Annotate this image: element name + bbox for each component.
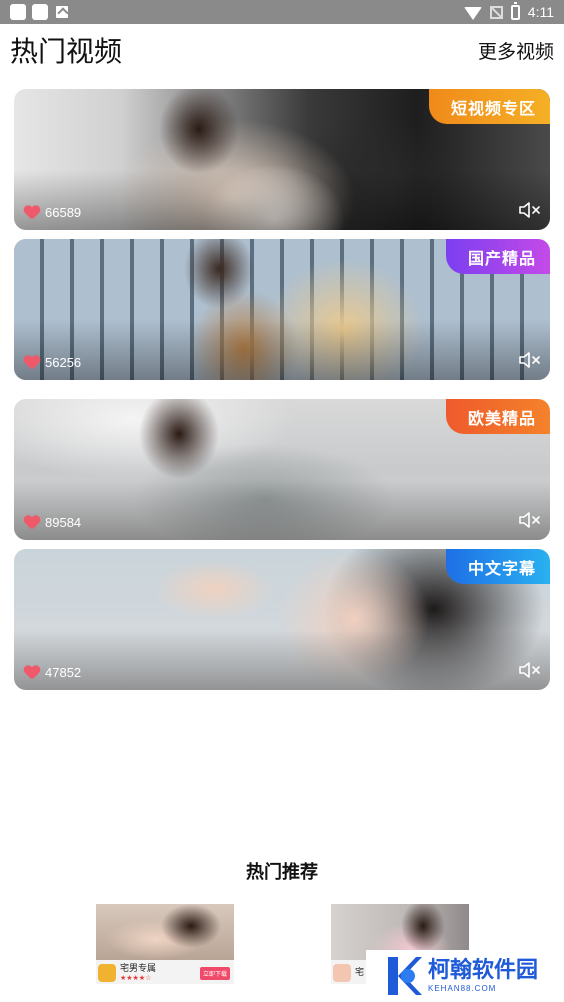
section-title-recommend: 热门推荐	[246, 862, 318, 883]
watermark: 柯翰软件园 KEHAN88.COM	[366, 950, 564, 1002]
recommend-app-name: 宅男专属	[120, 964, 157, 974]
like-count-value: 47852	[45, 665, 82, 680]
battery-icon	[510, 1, 520, 20]
card-shade	[14, 630, 550, 690]
app-icon	[32, 4, 48, 20]
status-bar-right: 4:11	[463, 0, 554, 24]
recommend-app-card[interactable]: 宅男专属 ★★★★☆ 立即下载	[96, 904, 234, 984]
download-button[interactable]: 立即下载	[199, 966, 230, 980]
page-title: 热门视频	[10, 35, 123, 68]
mute-icon[interactable]	[518, 200, 542, 220]
status-bar: 4:11	[0, 0, 564, 24]
clock: 4:11	[527, 4, 554, 20]
more-videos-link[interactable]: 更多视频	[478, 38, 554, 66]
watermark-name: 柯翰软件园	[428, 958, 539, 983]
mute-icon[interactable]	[518, 510, 542, 530]
card-shade	[14, 170, 550, 230]
video-card[interactable]: 国产精品 56256	[14, 239, 550, 380]
category-badge[interactable]: 中文字幕	[445, 549, 550, 584]
wifi-icon	[463, 6, 482, 20]
like-count-value: 66589	[45, 205, 82, 220]
rating-stars: ★★★★☆	[120, 974, 152, 982]
kehan-logo-icon	[388, 957, 422, 995]
category-badge[interactable]: 欧美精品	[445, 399, 550, 434]
like-count[interactable]: 56256	[24, 355, 81, 370]
mute-icon[interactable]	[518, 350, 542, 370]
like-count[interactable]: 89584	[24, 515, 81, 530]
card-shade	[14, 320, 550, 380]
watermark-url: KEHAN88.COM	[428, 984, 497, 993]
mute-icon[interactable]	[518, 660, 542, 680]
recommend-app-name: 宅	[355, 968, 365, 978]
recommend-app-info: 宅男专属 ★★★★☆ 立即下载	[96, 962, 234, 984]
category-badge[interactable]: 国产精品	[445, 239, 550, 274]
card-shade	[14, 480, 550, 540]
heart-icon	[24, 206, 40, 220]
app-logo-icon	[98, 964, 116, 982]
video-card[interactable]: 短视频专区 66589	[14, 89, 550, 230]
category-badge[interactable]: 短视频专区	[428, 89, 550, 124]
no-signal-icon	[489, 5, 503, 19]
like-count[interactable]: 66589	[24, 205, 81, 220]
recommend-app-banner	[96, 904, 234, 960]
like-count-value: 56256	[45, 355, 82, 370]
app-icon	[10, 4, 26, 20]
heart-icon	[24, 356, 40, 370]
heart-icon	[24, 516, 40, 530]
like-count[interactable]: 47852	[24, 665, 81, 680]
app-logo-icon	[333, 964, 351, 982]
video-card[interactable]: 中文字幕 47852	[14, 549, 550, 690]
like-count-value: 89584	[45, 515, 82, 530]
video-card[interactable]: 欧美精品 89584	[14, 399, 550, 540]
text-a-icon	[56, 6, 68, 18]
heart-icon	[24, 666, 40, 680]
